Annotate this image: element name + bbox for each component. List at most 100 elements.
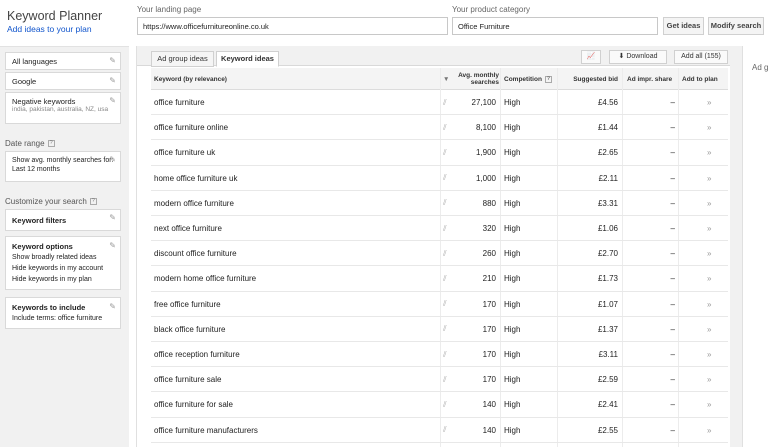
date-range-card[interactable]: Show avg. monthly searches for: Last 12 … bbox=[5, 151, 121, 182]
table-row: free office furniture ⫽ 170 High £1.07–» bbox=[151, 292, 728, 317]
add-to-plan-icon[interactable]: » bbox=[707, 292, 719, 317]
add-to-plan-icon[interactable]: » bbox=[707, 166, 719, 191]
competition-cell: High bbox=[504, 350, 521, 359]
table-row: discount office furniture ⫽ 260 High £2.70–» bbox=[151, 241, 728, 267]
bid-cell: £2.55 bbox=[597, 425, 618, 435]
searches-cell: 1,000 bbox=[475, 173, 496, 183]
keyword-cell: office furniture online bbox=[154, 123, 229, 133]
bid-cell: £1.07 bbox=[597, 299, 618, 309]
competition-cell: High bbox=[504, 224, 521, 233]
add-to-plan-icon[interactable]: » bbox=[707, 90, 719, 115]
col-keyword[interactable]: Keyword (by relevance) bbox=[154, 68, 354, 90]
pencil-icon[interactable]: ✎ bbox=[109, 213, 116, 222]
keyword-cell: home office furniture uk bbox=[154, 173, 238, 183]
add-to-plan-icon[interactable]: » bbox=[707, 216, 719, 241]
searches-cell: 170 bbox=[482, 324, 496, 334]
keyword-option-item: Show broadly related ideas bbox=[12, 254, 97, 261]
modify-search-button[interactable]: Modify search bbox=[708, 17, 764, 35]
searches-cell: 210 bbox=[482, 274, 496, 284]
add-to-plan-icon[interactable]: » bbox=[707, 367, 719, 392]
tab-keyword-ideas[interactable]: Keyword ideas bbox=[216, 51, 279, 67]
bid-cell: £1.37 bbox=[597, 324, 618, 334]
searches-cell: 8,100 bbox=[475, 123, 496, 133]
add-to-plan-icon[interactable]: » bbox=[707, 317, 719, 342]
pencil-icon[interactable]: ✎ bbox=[109, 56, 116, 65]
search-engine-card[interactable]: Google ✎ bbox=[5, 72, 121, 90]
competition-cell: High bbox=[504, 173, 521, 183]
top-header: Keyword Planner Add ideas to your plan Y… bbox=[0, 0, 768, 46]
share-cell: – bbox=[670, 123, 675, 133]
col-ad-impr-share[interactable]: Ad impr. share bbox=[627, 68, 679, 90]
scroll-gutter[interactable] bbox=[730, 46, 742, 447]
add-to-plan-icon[interactable]: » bbox=[707, 140, 719, 165]
keyword-filters-card[interactable]: Keyword filters ✎ bbox=[5, 209, 121, 231]
pencil-icon[interactable]: ✎ bbox=[109, 301, 116, 312]
table-row: black office furniture ⫽ 170 High £1.37–» bbox=[151, 317, 728, 342]
add-to-plan-icon[interactable]: » bbox=[707, 191, 719, 216]
keyword-cell: office furniture uk bbox=[154, 148, 216, 158]
share-cell: – bbox=[670, 274, 675, 284]
languages-value: All languages bbox=[12, 57, 58, 66]
keywords-include-card[interactable]: Keywords to include Include terms: offic… bbox=[5, 297, 121, 329]
share-cell: – bbox=[670, 173, 675, 183]
pencil-icon[interactable]: ✎ bbox=[109, 96, 116, 105]
keyword-options-title: Keyword options bbox=[12, 242, 73, 251]
keyword-cell: office furniture for sale bbox=[154, 400, 234, 410]
searches-cell: 170 bbox=[482, 375, 496, 385]
help-icon[interactable]: ? bbox=[544, 75, 552, 83]
tab-bar: Ad group ideas Keyword ideas 📈 ⬇ Downloa… bbox=[137, 46, 731, 67]
help-icon[interactable]: ? bbox=[89, 198, 97, 206]
table-row: office furniture online ⫽ 8,100 High £1.44–» bbox=[151, 115, 728, 141]
share-cell: – bbox=[670, 148, 675, 158]
table-row: office furniture ⫽ 27,100 High £4.56–» bbox=[151, 90, 728, 116]
share-cell: – bbox=[670, 98, 675, 107]
share-cell: – bbox=[670, 249, 675, 259]
share-cell: – bbox=[670, 198, 675, 208]
pencil-icon[interactable]: ✎ bbox=[109, 76, 116, 85]
keyword-cell: office furniture sale bbox=[154, 375, 222, 385]
bid-cell: £2.11 bbox=[598, 173, 618, 183]
col-suggested-bid[interactable]: Suggested bid bbox=[566, 68, 618, 90]
landing-page-input[interactable]: https://www.officefurnitureonline.co.uk bbox=[137, 17, 448, 35]
date-range-label: Date range? bbox=[5, 139, 55, 148]
add-to-plan-icon[interactable]: » bbox=[707, 115, 719, 140]
right-panel: Ad g bbox=[742, 46, 768, 447]
download-button[interactable]: ⬇ Download bbox=[609, 50, 667, 64]
add-to-plan-icon[interactable]: » bbox=[707, 342, 719, 367]
bid-cell: £3.31 bbox=[597, 198, 618, 208]
keyword-cell: office furniture bbox=[154, 98, 205, 107]
negative-keywords-title: Negative keywords bbox=[12, 97, 76, 106]
competition-cell: High bbox=[504, 198, 521, 208]
add-to-plan-icon[interactable]: » bbox=[707, 418, 719, 443]
negative-keywords-card[interactable]: Negative keywords india, pakistan, austr… bbox=[5, 92, 121, 124]
competition-cell: High bbox=[504, 123, 521, 133]
languages-card[interactable]: All languages ✎ bbox=[5, 52, 121, 70]
competition-cell: High bbox=[504, 148, 521, 158]
keyword-option-item: Hide keywords in my plan bbox=[12, 276, 92, 283]
add-to-plan-icon[interactable]: » bbox=[707, 266, 719, 291]
share-cell: – bbox=[670, 375, 675, 385]
product-category-input[interactable]: Office Furniture bbox=[452, 17, 658, 35]
add-all-button[interactable]: Add all (155) bbox=[674, 50, 728, 64]
keyword-options-card[interactable]: Keyword options Show broadly related ide… bbox=[5, 236, 121, 290]
chart-icon[interactable]: 📈 bbox=[581, 50, 601, 64]
pencil-icon[interactable]: ✎ bbox=[109, 155, 116, 164]
tab-ad-group-ideas[interactable]: Ad group ideas bbox=[151, 51, 214, 67]
searches-cell: 170 bbox=[482, 299, 496, 309]
searches-cell: 140 bbox=[482, 400, 496, 410]
get-ideas-button[interactable]: Get ideas bbox=[663, 17, 704, 35]
landing-page-label: Your landing page bbox=[137, 5, 202, 14]
searches-cell: 260 bbox=[482, 249, 496, 259]
add-to-plan-icon[interactable]: » bbox=[707, 392, 719, 417]
col-competition[interactable]: Competition? bbox=[504, 68, 564, 90]
bid-cell: £1.73 bbox=[597, 274, 618, 284]
searches-cell: 170 bbox=[482, 350, 496, 359]
col-add-to-plan: Add to plan bbox=[682, 75, 718, 83]
table-row: office furniture uk ⫽ 1,900 High £2.65–» bbox=[151, 140, 728, 166]
pencil-icon[interactable]: ✎ bbox=[109, 240, 116, 251]
add-to-plan-icon[interactable]: » bbox=[707, 241, 719, 266]
col-avg-searches[interactable]: Avg. monthly searches bbox=[454, 68, 499, 90]
keyword-cell: modern office furniture bbox=[154, 198, 234, 208]
help-icon[interactable]: ? bbox=[47, 140, 55, 148]
keyword-cell: modern home office furniture bbox=[154, 274, 257, 284]
